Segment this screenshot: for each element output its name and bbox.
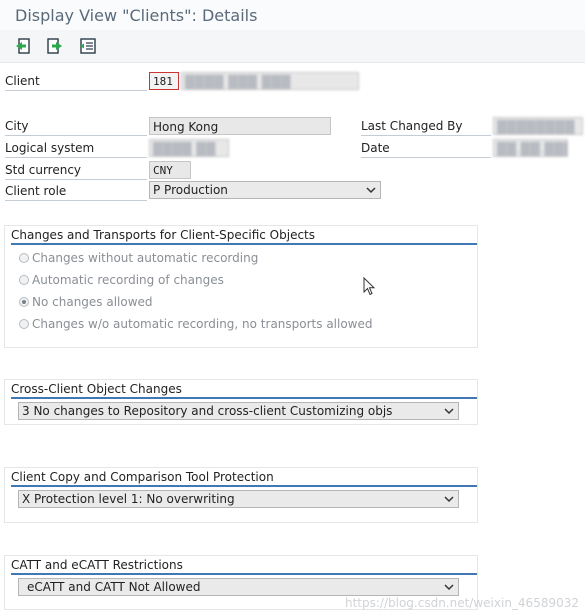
window-title: Display View "Clients": Details	[15, 6, 258, 25]
radio-label: Changes w/o automatic recording, no tran…	[32, 317, 373, 331]
chevron-down-icon	[366, 187, 376, 194]
client-role-select[interactable]: P Production	[149, 181, 381, 199]
client-copy-group-title: Client Copy and Comparison Tool Protecti…	[11, 470, 274, 484]
radio-automatic-recording[interactable]: Automatic recording of changes	[19, 271, 224, 289]
client-role-value: P Production	[153, 183, 228, 197]
next-entry-icon[interactable]	[44, 36, 66, 56]
chevron-down-icon	[444, 584, 454, 591]
changes-transports-group: Changes and Transports for Client-Specif…	[4, 225, 478, 348]
radio-label: Changes without automatic recording	[32, 251, 259, 265]
client-copy-select[interactable]: X Protection level 1: No overwriting	[18, 490, 459, 508]
radio-button-checked-icon	[19, 297, 29, 307]
radio-no-changes-allowed[interactable]: No changes allowed	[19, 293, 153, 311]
last-changed-by-field: ████████	[493, 117, 583, 135]
group-title-rule	[11, 397, 477, 399]
previous-entry-icon[interactable]	[12, 36, 34, 56]
title-bar: Display View "Clients": Details	[0, 0, 585, 30]
std-currency-label: Std currency	[5, 161, 147, 180]
date-label: Date	[361, 139, 491, 158]
city-label: City	[5, 117, 147, 136]
cross-client-value: 3 No changes to Repository and cross-cli…	[22, 404, 393, 418]
toolbar	[0, 30, 585, 63]
client-field[interactable]: 181	[149, 72, 179, 90]
catt-select[interactable]: eCATT and CATT Not Allowed	[18, 578, 459, 596]
chevron-down-icon	[444, 408, 454, 415]
radio-changes-without-recording[interactable]: Changes without automatic recording	[19, 249, 258, 267]
date-field: ██.██.████	[493, 139, 568, 157]
client-copy-protection-group: Client Copy and Comparison Tool Protecti…	[4, 467, 478, 523]
cross-client-group-title: Cross-Client Object Changes	[11, 382, 182, 396]
radio-button-icon	[19, 319, 29, 329]
client-description: ████ ███ ███	[181, 72, 359, 90]
logical-system-label: Logical system	[5, 139, 147, 158]
chevron-down-icon	[444, 496, 454, 503]
logical-system-field[interactable]: ████ ██	[149, 139, 229, 157]
group-title-rule	[11, 485, 477, 487]
cross-client-group: Cross-Client Object Changes 3 No changes…	[4, 379, 478, 425]
radio-button-icon	[19, 275, 29, 285]
radio-label: No changes allowed	[32, 295, 153, 309]
group-title-rule	[11, 243, 477, 245]
mouse-cursor-icon	[363, 276, 377, 300]
cross-client-select[interactable]: 3 No changes to Repository and cross-cli…	[18, 402, 459, 420]
radio-label: Automatic recording of changes	[32, 273, 224, 287]
client-label: Client	[5, 72, 147, 91]
changes-group-title: Changes and Transports for Client-Specif…	[11, 228, 316, 242]
variable-list-icon[interactable]	[77, 36, 99, 56]
client-role-label: Client role	[5, 182, 147, 201]
client-copy-value: X Protection level 1: No overwriting	[22, 492, 235, 506]
radio-button-icon	[19, 253, 29, 263]
watermark: https://blog.csdn.net/weixin_46589032	[344, 596, 579, 610]
last-changed-by-label: Last Changed By	[361, 117, 491, 136]
catt-value: eCATT and CATT Not Allowed	[27, 580, 201, 594]
radio-changes-no-transports[interactable]: Changes w/o automatic recording, no tran…	[19, 315, 373, 333]
city-field[interactable]: Hong Kong	[149, 117, 331, 135]
group-title-rule	[11, 573, 477, 575]
catt-group-title: CATT and eCATT Restrictions	[11, 558, 183, 572]
std-currency-field[interactable]: CNY	[149, 161, 191, 179]
